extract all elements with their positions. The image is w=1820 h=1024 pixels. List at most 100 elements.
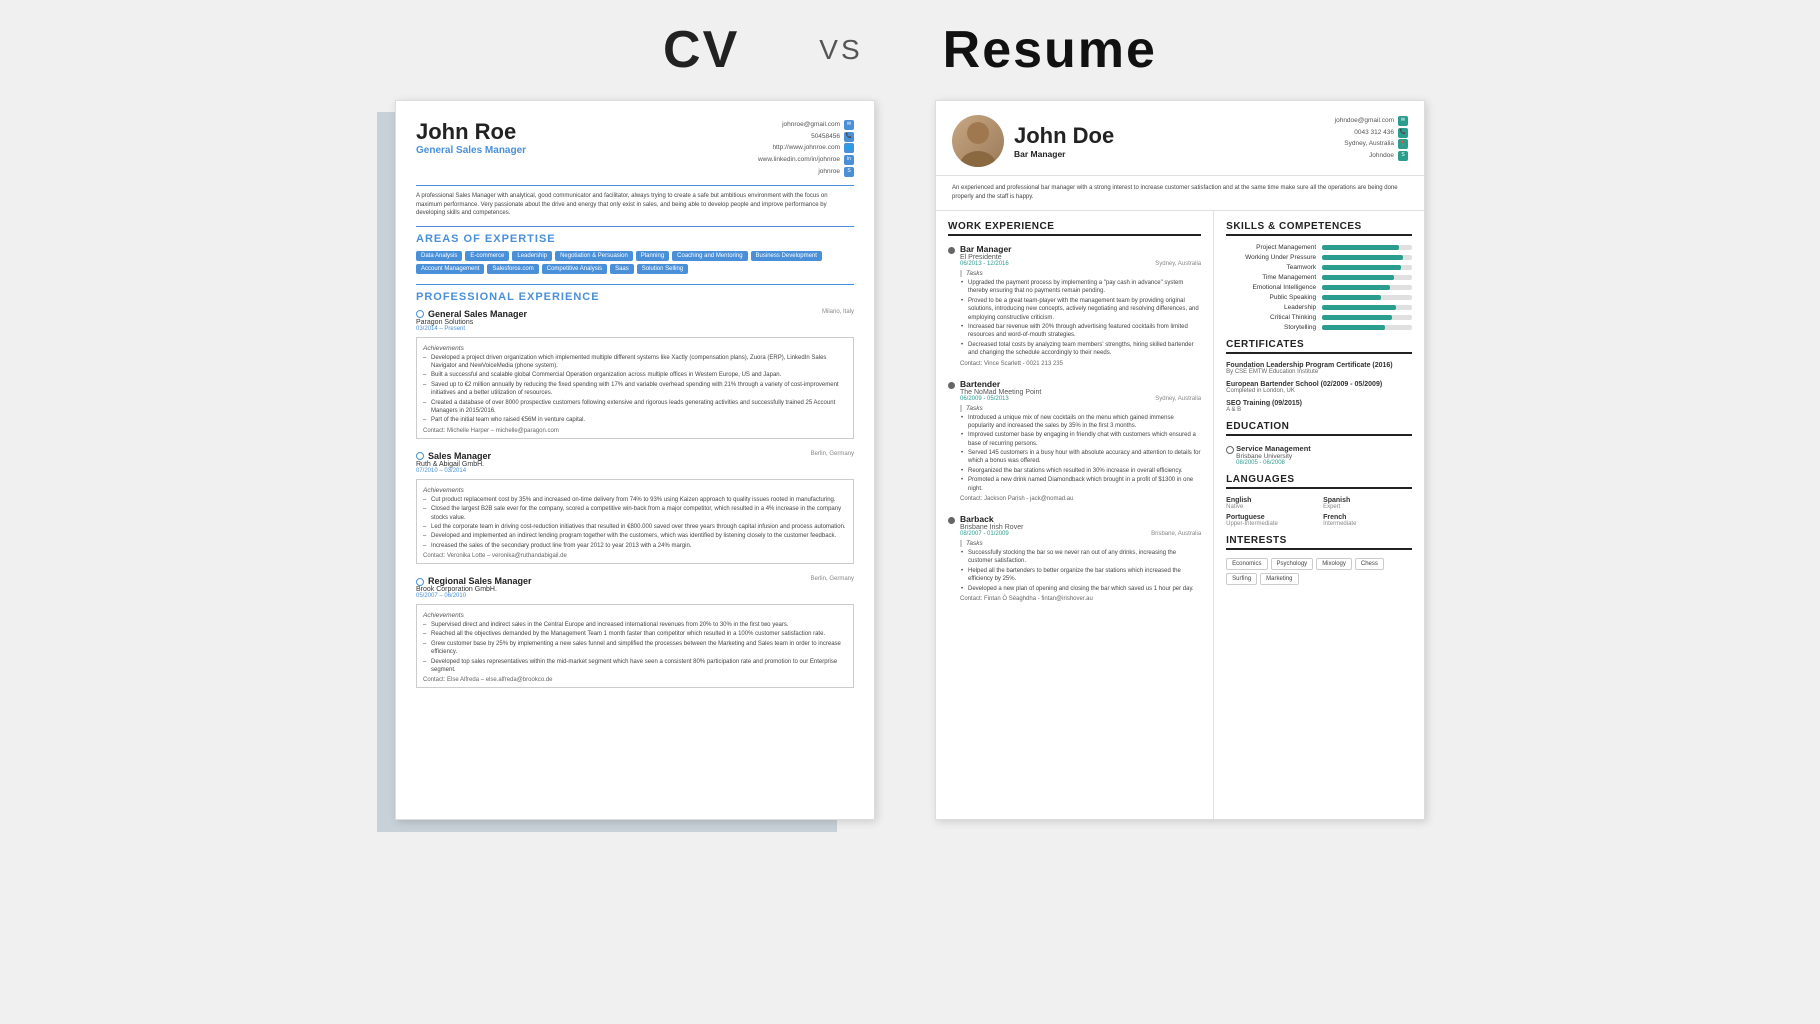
resume-bullet: Served 145 customers in a busy hour with… — [960, 449, 1201, 466]
cv-bullet: Increased the sales of the secondary pro… — [423, 542, 847, 550]
skill-row: Teamwork — [1226, 264, 1412, 271]
language-item: SpanishExpert — [1323, 497, 1412, 510]
interest-tag: Economics — [1226, 558, 1267, 570]
resume-skype-icon: S — [1398, 151, 1408, 161]
cv-bullet: Developed a project driven organization … — [423, 354, 847, 371]
cv-job-item: Regional Sales ManagerBrook Corporation … — [416, 576, 854, 688]
skill-bar-bg — [1322, 245, 1412, 250]
cv-achievements-label: Achievements — [423, 612, 847, 619]
cv-tag: Planning — [636, 251, 669, 261]
cv-bullet: Supervised direct and indirect sales in … — [423, 621, 847, 629]
cv-jobs: General Sales ManagerParagon Solutions03… — [416, 309, 854, 689]
cv-job-title: Sales Manager — [416, 451, 491, 461]
resume-bullet: Decreased total costs by analyzing team … — [960, 341, 1201, 358]
edu-date: 08/2005 - 06/2008 — [1236, 460, 1412, 466]
resume-skype-row: Johndoe S — [1335, 150, 1408, 162]
resume-location-row: Sydney, Australia 📍 — [1335, 138, 1408, 150]
interest-tag: Psychology — [1271, 558, 1314, 570]
cv-achievements-label: Achievements — [423, 487, 847, 494]
cv-tag: E-commerce — [465, 251, 509, 261]
resume-header-left: John Doe Bar Manager — [952, 115, 1114, 167]
skype-icon: S — [844, 167, 854, 177]
cv-job-location: Berlin, Germany — [811, 451, 854, 476]
resume-job-location: Sydney, Australia — [1155, 261, 1201, 267]
cv-bullet: Saved up to €2 million annually by reduc… — [423, 381, 847, 398]
cv-phone-row: 50458456 📞 — [758, 131, 854, 143]
resume-job-title: Bar Manager — [960, 244, 1201, 254]
language-level: Native — [1226, 504, 1315, 510]
cv-document: John Roe General Sales Manager johnroe@g… — [395, 100, 875, 820]
resume-interests-title: INTERESTS — [1226, 535, 1412, 550]
resume-lang-title: LANGUAGES — [1226, 474, 1412, 489]
cv-tags: Data AnalysisE-commerceLeadershipNegotia… — [416, 251, 854, 274]
skill-bar-bg — [1322, 305, 1412, 310]
cv-divider-3 — [416, 284, 854, 285]
resume-bullet: Upgraded the payment process by implemen… — [960, 279, 1201, 296]
skill-label: Teamwork — [1226, 264, 1316, 271]
email-icon: ✉ — [844, 120, 854, 130]
resume-job-date: 06/2009 - 05/2013 — [960, 396, 1009, 402]
skill-bar-bg — [1322, 295, 1412, 300]
resume-work-title: WORK EXPERIENCE — [948, 221, 1201, 236]
cv-job-location: Milano, Italy — [822, 309, 854, 334]
resume-bullet: Helped all the bartenders to better orga… — [960, 567, 1201, 584]
cv-job-item: General Sales ManagerParagon Solutions03… — [416, 309, 854, 439]
cv-contact-line: Contact: Else Alfreda – else.alfreda@bro… — [423, 677, 847, 683]
content-row: John Roe General Sales Manager johnroe@g… — [20, 100, 1800, 820]
cv-name-block: John Roe General Sales Manager — [416, 119, 526, 156]
skill-label: Emotional Intelligence — [1226, 284, 1316, 291]
cv-divider-1 — [416, 185, 854, 186]
resume-left-col: WORK EXPERIENCE Bar ManagerEl Presidente… — [936, 211, 1214, 819]
avatar-inner — [952, 115, 1004, 167]
language-item: FrenchIntermediate — [1323, 514, 1412, 527]
cv-divider-2 — [416, 226, 854, 227]
cv-bullet: Developed top sales representatives with… — [423, 658, 847, 675]
resume-body: WORK EXPERIENCE Bar ManagerEl Presidente… — [936, 211, 1424, 819]
cert-sub: A & B — [1226, 407, 1412, 413]
resume-certs: Foundation Leadership Program Certificat… — [1226, 362, 1412, 413]
cv-job-date: 07/2010 – 03/2014 — [416, 468, 491, 474]
cv-tag: Competitive Analysis — [542, 264, 607, 274]
cv-header: John Roe General Sales Manager johnroe@g… — [416, 119, 854, 177]
resume-location-icon: 📍 — [1398, 139, 1408, 149]
resume-phone-icon: 📞 — [1398, 128, 1408, 138]
cv-phone: 50458456 — [811, 131, 840, 143]
cv-skype-row: johnroe S — [758, 166, 854, 178]
cv-summary: A professional Sales Manager with analyt… — [416, 192, 854, 217]
edu-title: Service Management — [1236, 444, 1412, 453]
resume-bullet: Successfully stocking the bar so we neve… — [960, 549, 1201, 566]
edu-school: Brisbane University — [1236, 453, 1412, 460]
interest-tags: EconomicsPsychologyMixologyChessSurfingM… — [1226, 558, 1412, 585]
cert-item: Foundation Leadership Program Certificat… — [1226, 362, 1412, 375]
resume-summary: An experienced and professional bar mana… — [936, 176, 1424, 211]
cert-title: SEO Training (09/2015) — [1226, 400, 1412, 407]
resume-phone: 0043 312 436 — [1354, 127, 1394, 139]
resume-email: johndoe@gmail.com — [1335, 115, 1394, 127]
interest-tag: Mixology — [1316, 558, 1352, 570]
cv-bullet: Closed the largest B2B sale ever for the… — [423, 505, 847, 522]
cv-contact: johnroe@gmail.com ✉ 50458456 📞 http://ww… — [758, 119, 854, 177]
cv-email-row: johnroe@gmail.com ✉ — [758, 119, 854, 131]
cv-bullet: Created a database of over 8000 prospect… — [423, 399, 847, 416]
cert-title: European Bartender School (02/2009 - 05/… — [1226, 381, 1412, 388]
interest-tag: Surfing — [1226, 573, 1257, 585]
skill-bar-bg — [1322, 315, 1412, 320]
resume-contact-line: Contact: Jackson Parish - jack@nomad.au — [960, 496, 1201, 502]
vs-label: VS — [819, 34, 862, 66]
language-name: French — [1323, 514, 1412, 521]
cv-contact-line: Contact: Michelle Harper – michelle@para… — [423, 428, 847, 434]
resume-contact: johndoe@gmail.com ✉ 0043 312 436 📞 Sydne… — [1335, 115, 1408, 162]
cv-tag: Leadership — [512, 251, 552, 261]
resume-job-item: BarbackBrisbane Irish Rover08/2007 - 01/… — [948, 514, 1201, 602]
skill-label: Public Speaking — [1226, 294, 1316, 301]
resume-bullet: Improved customer base by engaging in fr… — [960, 431, 1201, 448]
resume-education: Service ManagementBrisbane University08/… — [1226, 444, 1412, 466]
resume-job-date: 06/2013 - 12/2016 — [960, 261, 1009, 267]
language-item: PortugueseUpper-Intermediate — [1226, 514, 1315, 527]
resume-jobs: Bar ManagerEl Presidente06/2013 - 12/201… — [948, 244, 1201, 602]
language-name: English — [1226, 497, 1315, 504]
cv-web-row: http://www.johnroe.com 🌐 — [758, 142, 854, 154]
cv-job-location: Berlin, Germany — [811, 576, 854, 601]
cert-item: European Bartender School (02/2009 - 05/… — [1226, 381, 1412, 394]
cv-tag: Business Development — [751, 251, 822, 261]
